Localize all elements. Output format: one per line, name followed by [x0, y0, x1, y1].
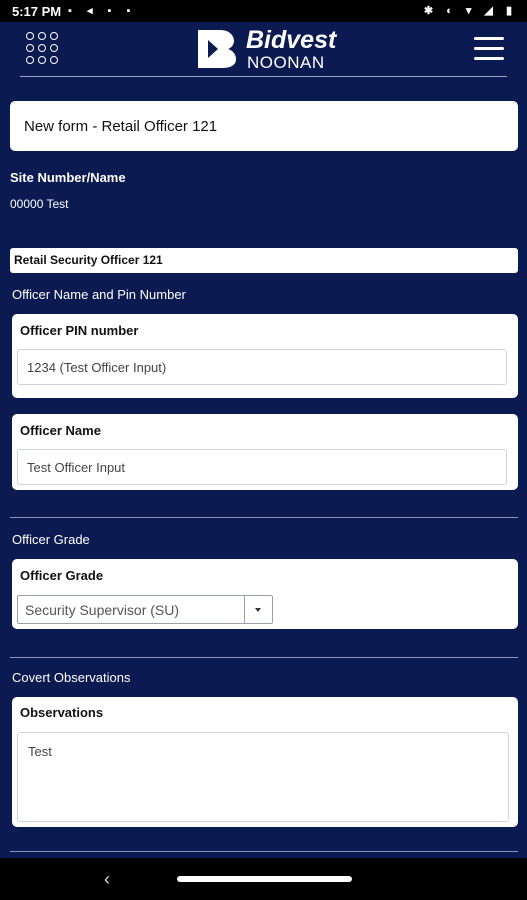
name-field-card: Officer Name Test Officer Input [12, 414, 518, 490]
site-label: Site Number/Name [10, 170, 126, 185]
hamburger-menu-icon[interactable] [474, 37, 504, 61]
header-divider [20, 76, 507, 77]
back-icon[interactable]: ‹ [104, 869, 110, 890]
section-divider [10, 657, 518, 658]
home-gesture-bar[interactable] [177, 876, 352, 882]
brand-subname: NOONAN [247, 53, 325, 72]
grade-select-value: Security Supervisor (SU) [25, 602, 180, 618]
section-divider [10, 517, 518, 518]
officer-name-input[interactable]: Test Officer Input [17, 449, 507, 485]
name-field-label: Officer Name [20, 423, 101, 438]
section-title: Retail Security Officer 121 [14, 253, 163, 267]
chevron-down-icon[interactable] [244, 596, 272, 623]
section-header: Retail Security Officer 121 [10, 248, 518, 273]
pin-field-card: Officer PIN number 1234 (Test Officer In… [12, 314, 518, 398]
notification-icons: ▪ ◂ ▪ ▪ [68, 5, 137, 17]
officer-group-label: Officer Name and Pin Number [12, 287, 186, 302]
status-time: 5:17 PM [12, 4, 62, 19]
form-title: New form - Retail Officer 121 [24, 118, 218, 135]
app-header: Bidvest NOONAN [0, 22, 527, 76]
pin-field-label: Officer PIN number [20, 323, 139, 338]
apps-grid-icon[interactable] [26, 32, 60, 66]
observations-field-label: Observations [20, 705, 104, 720]
form-title-card: New form - Retail Officer 121 [10, 101, 518, 151]
grade-field-label: Officer Grade [20, 568, 104, 583]
status-bar: 5:17 PM ▪ ◂ ▪ ▪ ✱ ◐ ▾ ◢ ▮ [0, 0, 527, 22]
brand-logo-mark-icon [198, 30, 236, 68]
pin-input[interactable]: 1234 (Test Officer Input) [17, 349, 507, 385]
grade-select[interactable]: Security Supervisor (SU) [17, 595, 273, 624]
observations-field-card: Observations Test [12, 697, 518, 827]
section-divider [10, 851, 518, 852]
site-value: 00000 Test [10, 197, 69, 211]
system-status-icons: ✱ ◐ ▾ ◢ ▮ [423, 5, 517, 17]
observations-textarea[interactable]: Test [17, 732, 509, 822]
grade-field-card: Officer Grade Security Supervisor (SU) [12, 559, 518, 629]
covert-group-label: Covert Observations [12, 670, 131, 685]
brand-logo: Bidvest NOONAN [196, 26, 346, 72]
brand-name: Bidvest [246, 26, 337, 54]
system-nav-bar: ‹ [0, 858, 527, 900]
grade-group-label: Officer Grade [12, 532, 90, 547]
